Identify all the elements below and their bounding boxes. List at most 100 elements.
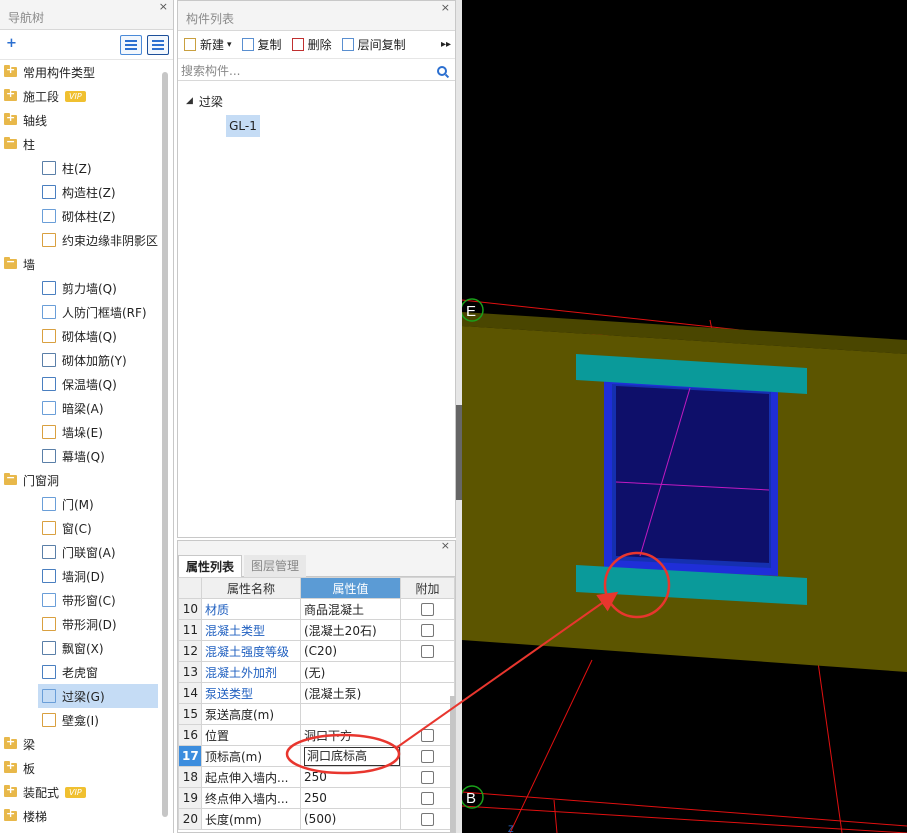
nav-item[interactable]: 过梁(G)	[38, 684, 158, 708]
property-value-cell[interactable]: (无)	[300, 661, 401, 683]
property-value-cell[interactable]: (C20)	[300, 640, 401, 662]
property-close-icon[interactable]: ×	[441, 539, 450, 552]
folder-icon[interactable]	[4, 759, 17, 773]
nav-category[interactable]: 装配式 VIP	[0, 780, 160, 804]
nav-category[interactable]: 柱	[0, 132, 160, 156]
folder-icon[interactable]	[4, 111, 17, 125]
tab-layer-management[interactable]: 图层管理	[244, 555, 307, 577]
property-value-cell[interactable]: 250	[300, 787, 401, 809]
property-row[interactable]: 16 位置 洞口下方	[178, 724, 455, 746]
property-value-editor[interactable]: 洞口底标高	[304, 746, 400, 766]
nav-item[interactable]: 暗梁(A)	[0, 396, 160, 420]
extra-checkbox[interactable]	[421, 729, 434, 742]
property-value-cell[interactable]: (500)	[300, 808, 401, 830]
component-group[interactable]: ◢ 过梁	[186, 91, 455, 111]
extra-checkbox[interactable]	[421, 624, 434, 637]
nav-item[interactable]: 墙垛(E)	[0, 420, 160, 444]
property-value-cell[interactable]: 洞口底标高	[300, 745, 401, 767]
tab-property-list[interactable]: 属性列表	[178, 555, 243, 577]
folder-icon[interactable]	[4, 471, 17, 485]
toolbar-more-icon[interactable]: ▸▸	[441, 39, 451, 50]
nav-item[interactable]: 飘窗(X)	[0, 636, 160, 660]
nav-item[interactable]: 砌体柱(Z)	[0, 204, 160, 228]
extra-checkbox[interactable]	[421, 645, 434, 658]
nav-item[interactable]: 约束边缘非阴影区	[0, 228, 160, 252]
property-value-cell[interactable]: 250	[300, 766, 401, 788]
property-row[interactable]: 20 长度(mm) (500)	[178, 808, 455, 830]
component-type-icon	[42, 209, 56, 223]
folder-icon[interactable]	[4, 135, 17, 149]
property-row[interactable]: 14 泵送类型 (混凝土泵)	[178, 682, 455, 704]
nav-item[interactable]: 门联窗(A)	[0, 540, 160, 564]
extra-checkbox[interactable]	[421, 771, 434, 784]
extra-checkbox[interactable]	[421, 750, 434, 763]
folder-icon[interactable]	[4, 255, 17, 269]
folder-icon[interactable]	[4, 63, 17, 77]
nav-close-icon[interactable]: ×	[159, 0, 168, 17]
component-item-selected[interactable]: GL-1	[226, 115, 260, 137]
extra-checkbox[interactable]	[421, 813, 434, 826]
property-row[interactable]: 10 材质 商品混凝土	[178, 598, 455, 620]
complist-close-icon[interactable]: ×	[441, 0, 450, 18]
header-property-name: 属性名称	[201, 577, 301, 599]
copy-button[interactable]: 复制	[241, 36, 282, 53]
nav-category[interactable]: 板	[0, 756, 160, 780]
new-dropdown-icon[interactable]: ▾	[227, 40, 232, 50]
property-row[interactable]: 18 起点伸入墙内... 250	[178, 766, 455, 788]
extra-checkbox[interactable]	[421, 792, 434, 805]
property-value-cell[interactable]: (混凝土泵)	[300, 682, 401, 704]
property-value-cell[interactable]: (混凝土20石)	[300, 619, 401, 641]
list-view-button[interactable]	[120, 35, 142, 55]
nav-item[interactable]: 人防门框墙(RF)	[0, 300, 160, 324]
nav-category[interactable]: 楼梯	[0, 804, 160, 828]
floor-copy-button[interactable]: 层间复制	[341, 36, 406, 53]
folder-icon[interactable]	[4, 87, 17, 101]
extra-checkbox[interactable]	[421, 603, 434, 616]
property-row[interactable]: 13 混凝土外加剂 (无)	[178, 661, 455, 683]
property-extra-cell	[400, 661, 455, 683]
nav-item[interactable]: 门(M)	[0, 492, 160, 516]
new-button[interactable]: 新建 ▾	[184, 36, 232, 53]
nav-item[interactable]: 窗(C)	[0, 516, 160, 540]
nav-item[interactable]: 老虎窗	[0, 660, 160, 684]
nav-item[interactable]: 保温墙(Q)	[0, 372, 160, 396]
nav-category[interactable]: 常用构件类型	[0, 60, 160, 84]
nav-scrollbar[interactable]	[162, 72, 168, 817]
detail-view-button[interactable]	[147, 35, 169, 55]
property-row[interactable]: 17 顶标高(m) 洞口底标高	[178, 745, 455, 767]
property-row[interactable]: 11 混凝土类型 (混凝土20石)	[178, 619, 455, 641]
nav-category[interactable]: 轴线	[0, 108, 160, 132]
property-row[interactable]: 12 混凝土强度等级 (C20)	[178, 640, 455, 662]
folder-icon[interactable]	[4, 783, 17, 797]
component-search-input[interactable]	[178, 63, 437, 78]
nav-item[interactable]: 柱(Z)	[0, 156, 160, 180]
folder-icon[interactable]	[4, 735, 17, 749]
property-scrollbar[interactable]	[450, 696, 455, 832]
property-value-cell[interactable]: 商品混凝土	[300, 598, 401, 620]
nav-category[interactable]: 门窗洞	[0, 468, 160, 492]
folder-icon[interactable]	[4, 807, 17, 821]
nav-category[interactable]: 施工段 VIP	[0, 84, 160, 108]
add-component-icon[interactable]: +	[6, 36, 17, 51]
nav-item[interactable]: 砌体墙(Q)	[0, 324, 160, 348]
search-icon[interactable]	[437, 65, 447, 76]
nav-category[interactable]: 墙	[0, 252, 160, 276]
property-row[interactable]: 15 泵送高度(m)	[178, 703, 455, 725]
nav-item[interactable]: 剪力墙(Q)	[0, 276, 160, 300]
nav-item[interactable]: 壁龛(I)	[0, 708, 160, 732]
nav-item[interactable]: 砌体加筋(Y)	[0, 348, 160, 372]
nav-item-label: 幕墙(Q)	[62, 449, 105, 464]
nav-item[interactable]: 幕墙(Q)	[0, 444, 160, 468]
property-row[interactable]: 19 终点伸入墙内... 250	[178, 787, 455, 809]
collapse-arrow-icon[interactable]: ◢	[186, 96, 193, 106]
3d-viewport[interactable]: E B Z	[462, 0, 907, 833]
property-value-cell[interactable]: 洞口下方	[300, 724, 401, 746]
property-row-index: 16	[178, 724, 202, 746]
nav-item[interactable]: 墙洞(D)	[0, 564, 160, 588]
nav-category[interactable]: 梁	[0, 732, 160, 756]
nav-item[interactable]: 带形洞(D)	[0, 612, 160, 636]
nav-item[interactable]: 带形窗(C)	[0, 588, 160, 612]
property-value-cell[interactable]	[300, 703, 401, 725]
nav-item[interactable]: 构造柱(Z)	[0, 180, 160, 204]
delete-button[interactable]: 删除	[291, 36, 332, 53]
